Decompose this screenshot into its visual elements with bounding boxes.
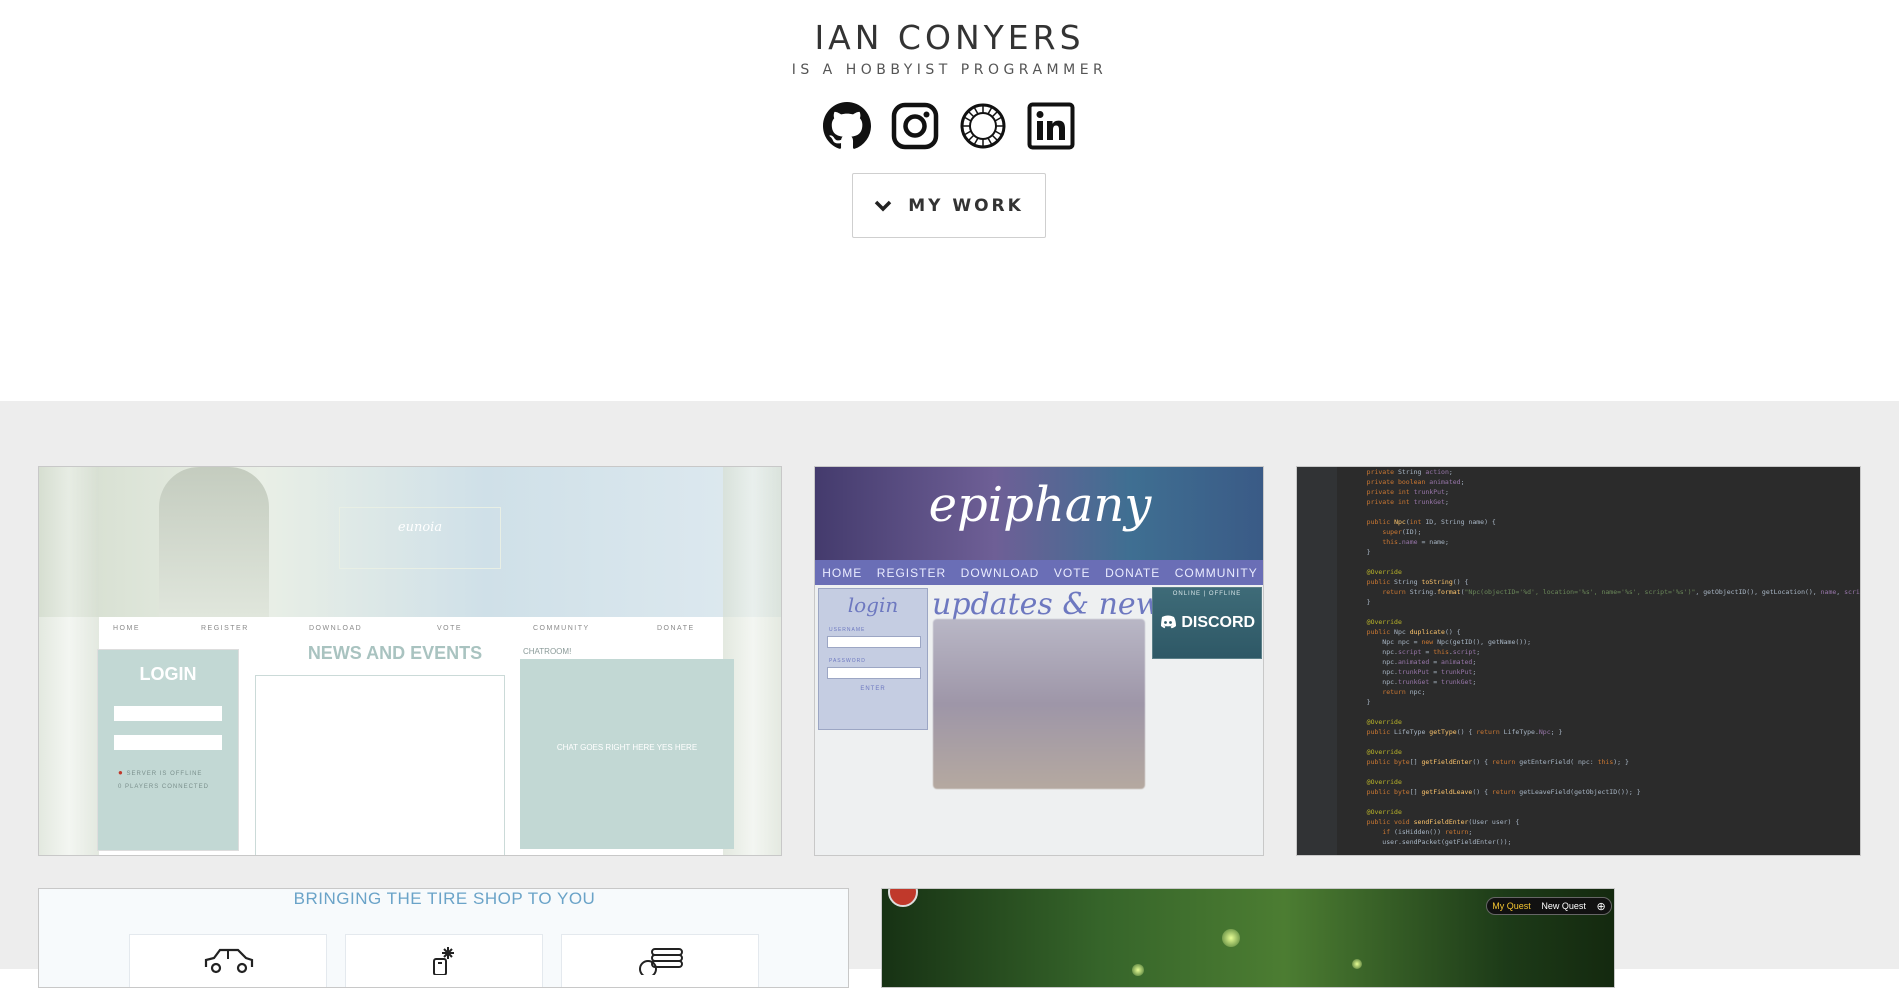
chat-text: CHAT GOES RIGHT HERE YES HERE bbox=[556, 743, 698, 752]
my-work-button[interactable]: MY WORK bbox=[852, 173, 1046, 238]
project-card-4[interactable]: BRINGING THE TIRE SHOP TO YOU bbox=[38, 888, 849, 988]
news-title: NEWS AND EVENTS bbox=[307, 643, 483, 663]
player-orb-icon bbox=[888, 889, 918, 907]
tire-shop-headline: BRINGING THE TIRE SHOP TO YOU bbox=[293, 889, 596, 908]
login-title: login bbox=[847, 593, 899, 617]
nav-item: VOTE bbox=[1053, 565, 1091, 580]
logo-frame: eunoia bbox=[339, 507, 501, 569]
menu-item: COMMUNITY bbox=[533, 625, 590, 632]
site-logo: epiphany bbox=[928, 477, 1152, 533]
feature-card bbox=[561, 934, 759, 987]
login-panel: login USERNAME PASSWORD ENTER bbox=[818, 588, 928, 730]
chat-title: CHATROOM! bbox=[523, 647, 572, 656]
updates-title: updates & news bbox=[932, 587, 1177, 622]
discord-icon bbox=[1160, 615, 1176, 629]
password-field bbox=[827, 667, 921, 679]
linkedin-icon bbox=[1027, 102, 1075, 150]
server-status: ONLINE | OFFLINE bbox=[1172, 591, 1242, 597]
players-connected: 0 PLAYERS CONNECTED bbox=[118, 784, 209, 790]
linkedin-link[interactable] bbox=[1026, 100, 1076, 152]
menu-item: REGISTER bbox=[201, 625, 249, 632]
site-logo: eunoia bbox=[397, 520, 443, 535]
add-quest-icon: ⊕ bbox=[1596, 900, 1606, 913]
password-field bbox=[114, 735, 222, 750]
enter-button: ENTER bbox=[860, 686, 886, 692]
nav-item: DONATE bbox=[1105, 565, 1161, 580]
nav-bar: HOME REGISTER DOWNLOAD VOTE DONATE COMMU… bbox=[815, 560, 1263, 585]
site-tagline: IS A HOBBYIST PROGRAMMER bbox=[791, 62, 1108, 78]
server-status: ● SERVER IS OFFLINE bbox=[118, 768, 203, 777]
menu-item: HOME bbox=[113, 625, 140, 632]
quest-tabs: My Quest New Quest ⊕ bbox=[1486, 897, 1612, 915]
menu-item: DONATE bbox=[657, 625, 695, 632]
discord-label: DISCORD bbox=[1153, 614, 1261, 632]
login-title: LOGIN bbox=[139, 664, 197, 684]
discord-widget: ONLINE | OFFLINE DISCORD bbox=[1152, 587, 1262, 659]
nav-item: REGISTER bbox=[876, 565, 947, 580]
nav-item: COMMUNITY bbox=[1174, 565, 1258, 580]
password-label: PASSWORD bbox=[829, 658, 866, 664]
chat-panel: CHAT GOES RIGHT HERE YES HERE bbox=[520, 659, 734, 849]
vsco-icon bbox=[960, 103, 1006, 149]
project-card-1[interactable]: eunoia HOME REGISTER DOWNLOAD VOTE COMMU… bbox=[38, 466, 782, 856]
social-links bbox=[822, 100, 1077, 152]
github-icon bbox=[823, 102, 871, 149]
hero-section: IAN CONYERS IS A HOBBYIST PROGRAMMER MY … bbox=[0, 0, 1899, 401]
feature-card bbox=[345, 934, 543, 987]
username-field bbox=[114, 706, 222, 721]
car-icon bbox=[204, 948, 254, 974]
light-particle bbox=[1222, 929, 1240, 947]
username-label: USERNAME bbox=[829, 627, 866, 633]
username-field bbox=[827, 636, 921, 648]
news-screenshot bbox=[933, 619, 1145, 789]
github-link[interactable] bbox=[822, 100, 872, 152]
light-particle bbox=[1132, 964, 1144, 976]
project-card-2[interactable]: epiphany HOME REGISTER DOWNLOAD VOTE DON… bbox=[814, 466, 1264, 856]
tire-service-icon bbox=[433, 947, 454, 975]
my-work-label: MY WORK bbox=[908, 195, 1024, 216]
project-card-5[interactable]: My Quest New Quest ⊕ bbox=[881, 888, 1615, 988]
my-quest-tab: My Quest bbox=[1492, 901, 1531, 911]
instagram-icon bbox=[891, 102, 939, 150]
statue-artwork bbox=[159, 467, 269, 617]
code-listing: private String action; private boolean a… bbox=[1366, 468, 1860, 846]
pillar-left bbox=[39, 467, 99, 855]
new-quest-tab: New Quest bbox=[1541, 901, 1586, 911]
editor-gutter bbox=[1297, 467, 1337, 855]
login-panel: LOGIN ● SERVER IS OFFLINE 0 PLAYERS CONN… bbox=[97, 649, 239, 851]
nav-item: HOME bbox=[822, 565, 863, 580]
vsco-link[interactable] bbox=[958, 100, 1008, 152]
news-panel bbox=[255, 675, 505, 855]
instagram-link[interactable] bbox=[890, 100, 940, 152]
site-title: IAN CONYERS bbox=[814, 18, 1085, 57]
light-particle bbox=[1352, 959, 1362, 969]
project-card-3[interactable]: private String action; private boolean a… bbox=[1296, 466, 1861, 856]
tire-stack-icon bbox=[639, 948, 683, 975]
menu-item: VOTE bbox=[437, 625, 463, 632]
nav-item: DOWNLOAD bbox=[960, 565, 1040, 580]
feature-card bbox=[129, 934, 327, 987]
chevron-down-icon bbox=[874, 200, 892, 211]
menu-item: DOWNLOAD bbox=[309, 625, 363, 632]
